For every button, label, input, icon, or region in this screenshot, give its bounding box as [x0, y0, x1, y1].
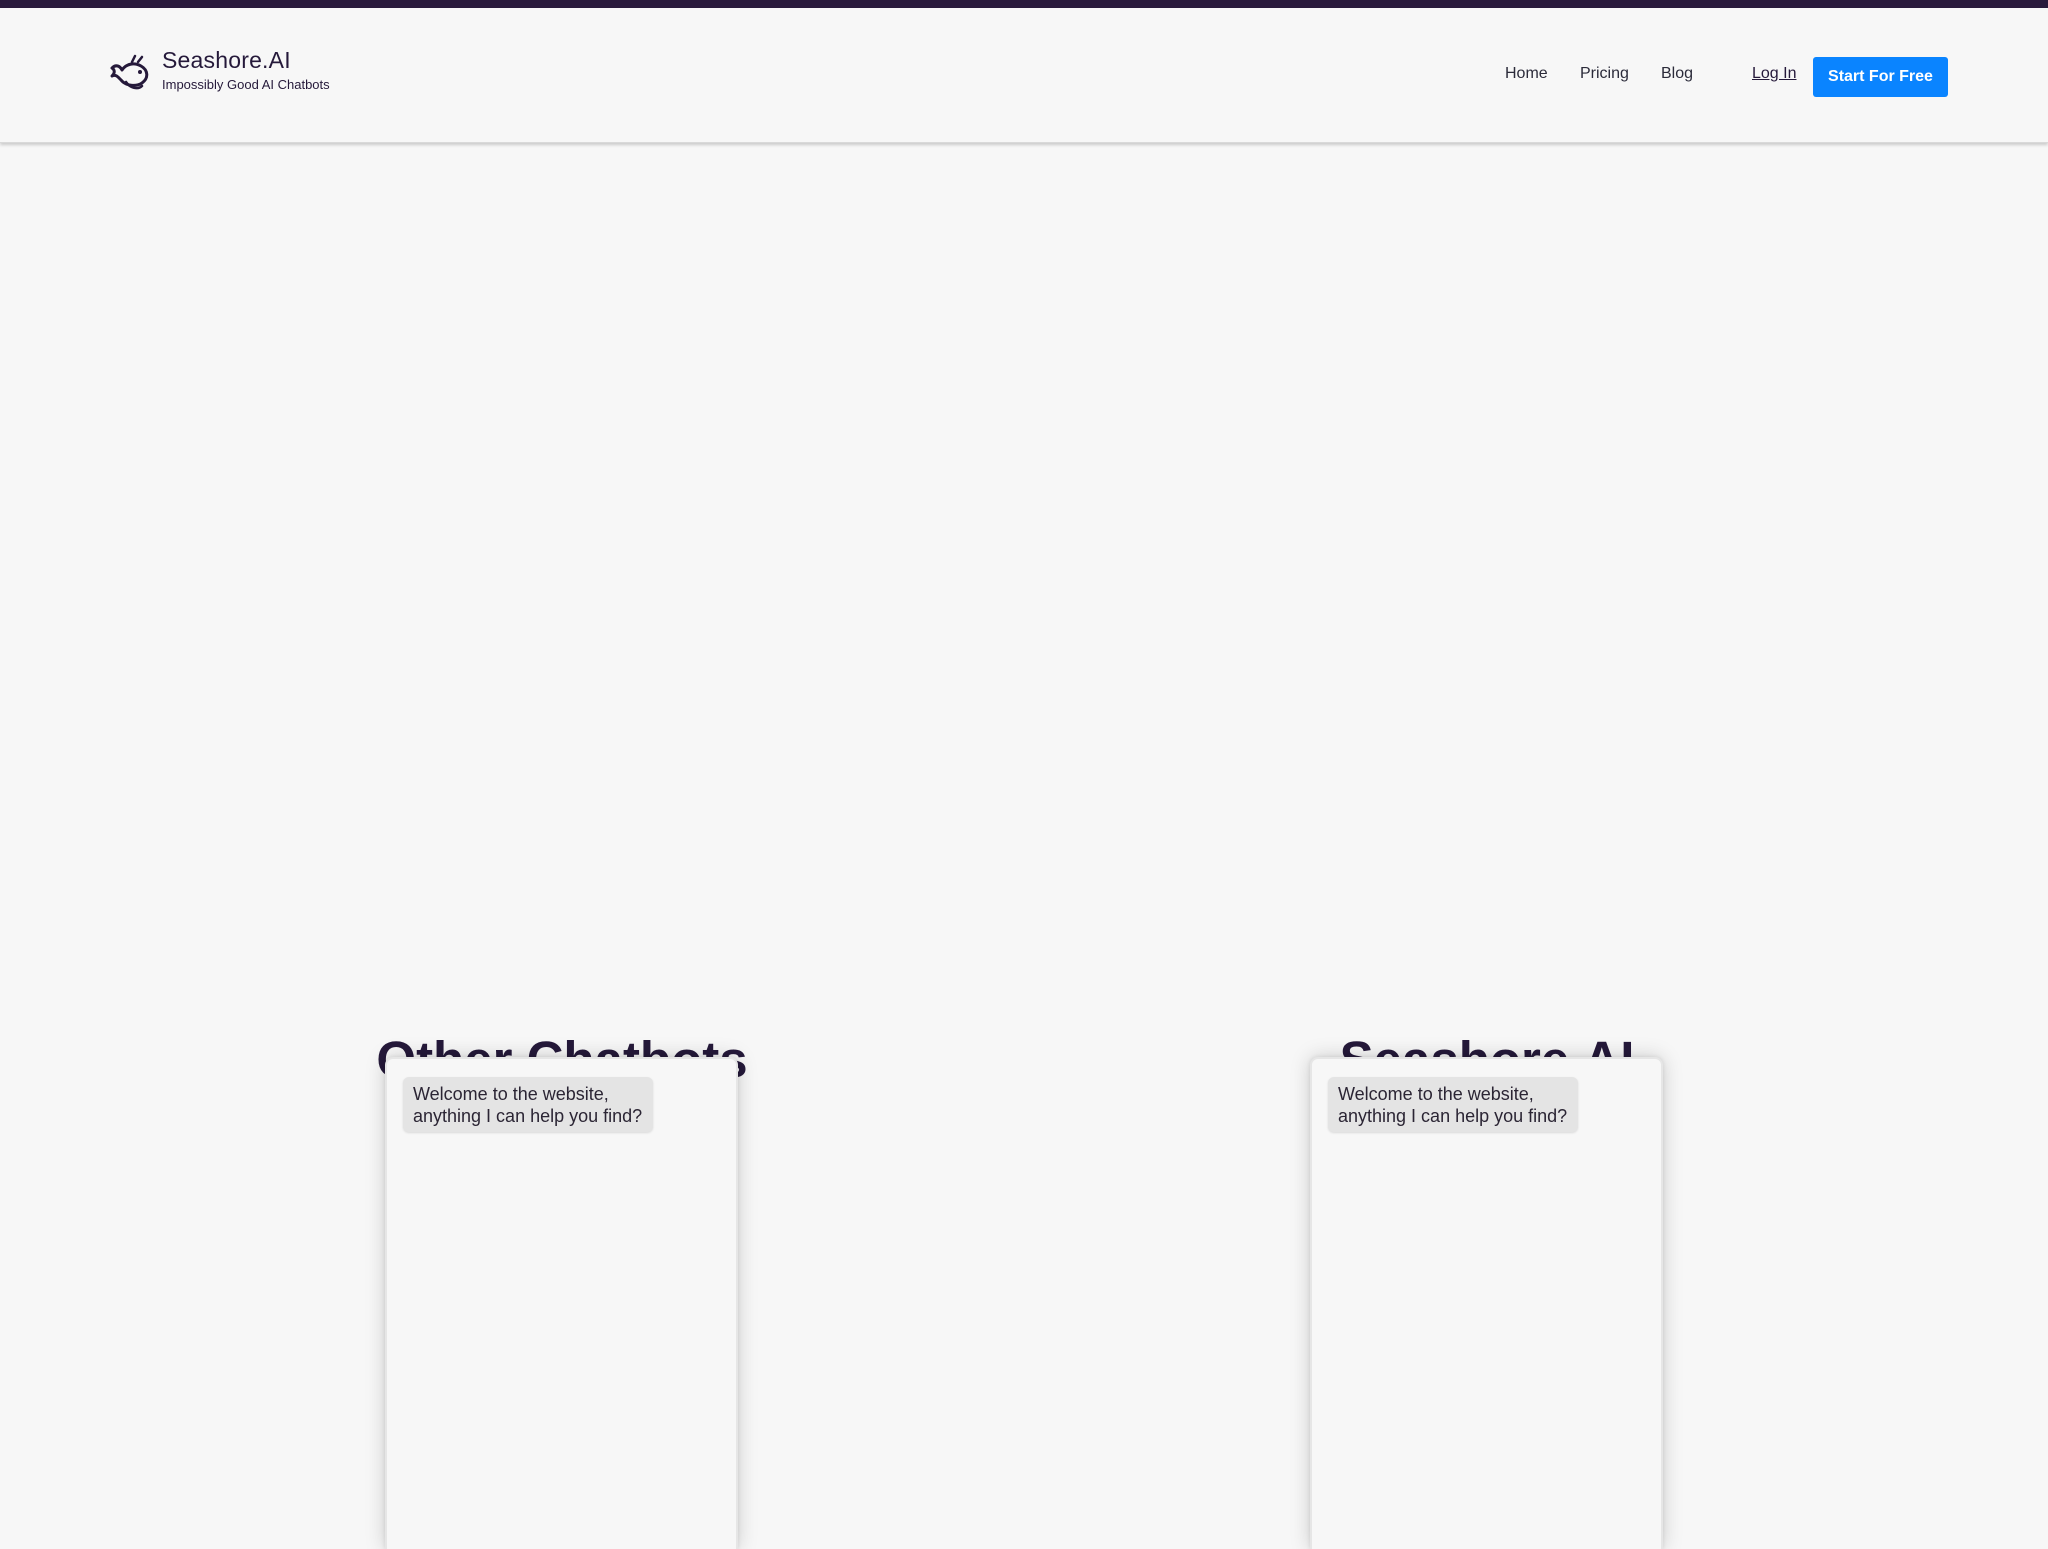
- brand-name: Seashore.AI: [162, 47, 291, 73]
- site-header: Seashore.AI Impossibly Good AI Chatbots …: [0, 8, 2048, 143]
- chat-bubble: Welcome to the website, anything I can h…: [1328, 1077, 1578, 1132]
- start-for-free-button[interactable]: Start For Free: [1813, 57, 1948, 97]
- brand-text: Seashore.AI Impossibly Good AI Chatbots: [162, 46, 330, 93]
- top-strip: [0, 0, 2048, 8]
- brand[interactable]: Seashore.AI Impossibly Good AI Chatbots: [108, 46, 330, 93]
- nav-home-link[interactable]: Home: [1505, 65, 1548, 89]
- chat-bubble: Welcome to the website, anything I can h…: [403, 1077, 653, 1132]
- other-chatbot-window: Welcome to the website, anything I can h…: [385, 1057, 738, 1549]
- whale-icon: [110, 54, 149, 90]
- login-link[interactable]: Log In: [1752, 65, 1796, 89]
- nav-pricing-link[interactable]: Pricing: [1580, 65, 1629, 89]
- brand-tagline: Impossibly Good AI Chatbots: [162, 77, 330, 92]
- seashore-chatbot-window: Welcome to the website, anything I can h…: [1310, 1057, 1663, 1549]
- nav-blog-link[interactable]: Blog: [1661, 65, 1693, 89]
